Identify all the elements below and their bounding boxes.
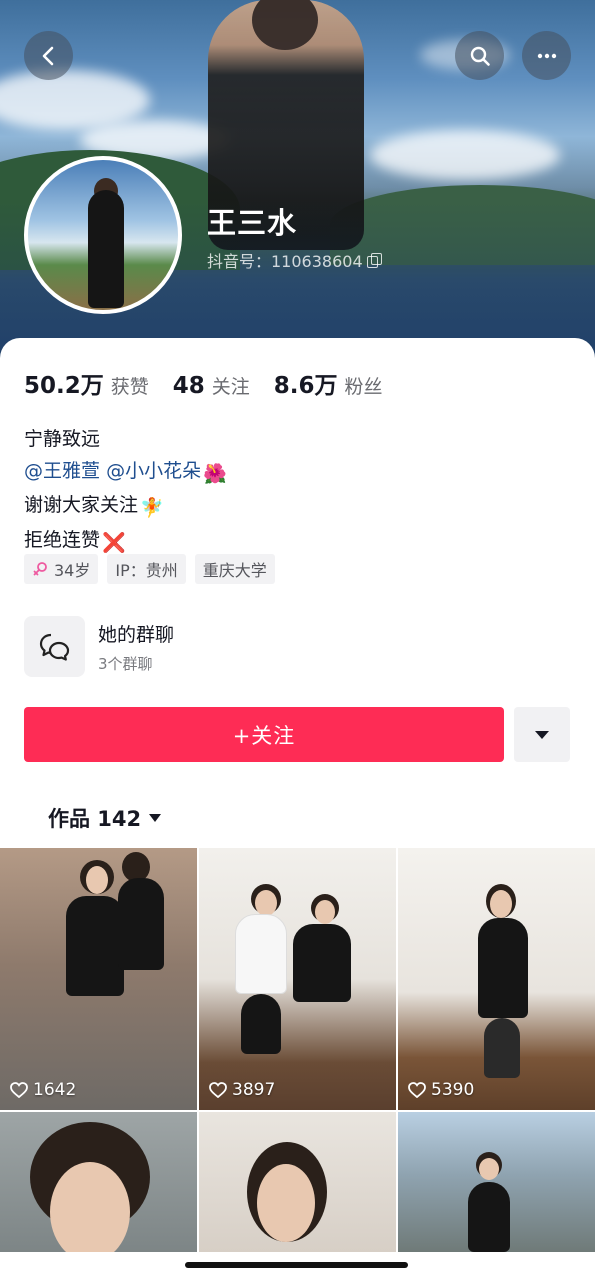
follow-options-button[interactable] [514,707,570,762]
stat-likes[interactable]: 50.2万 获赞 [24,366,149,400]
video-thumbnail[interactable]: 5390 [398,848,595,1110]
age-tag-label: 34岁 [54,561,91,580]
stat-label: 粉丝 [344,376,383,398]
stat-label: 获赞 [110,376,149,398]
more-button[interactable] [522,31,571,80]
follow-button[interactable]: +关注 [24,707,504,762]
ip-tag-label: IP：贵州 [115,561,178,580]
search-icon [470,46,490,66]
heart-icon [408,1082,426,1098]
like-count: 5390 [408,1080,474,1100]
profile-name: 王三水 [207,206,298,240]
search-button[interactable] [455,31,504,80]
caret-down-icon [535,730,549,739]
back-button[interactable] [24,31,73,80]
stat-followers[interactable]: 8.6万 粉丝 [274,366,383,400]
mention-link[interactable]: @小小花朵 [106,460,201,482]
home-indicator[interactable] [185,1262,408,1268]
group-chat-title: 她的群聊 [98,623,175,646]
group-chat-count: 3个群聊 [98,654,153,673]
age-tag: 34岁 [24,554,99,584]
like-count: 3897 [209,1080,275,1100]
bio-text: 谢谢大家关注 [24,494,139,516]
bio-line: 谢谢大家关注 🧚 [24,490,227,525]
copy-icon[interactable] [366,253,382,268]
like-count: 1642 [10,1080,76,1100]
profile-tags: 34岁 IP：贵州 重庆大学 [24,554,275,584]
video-thumbnail[interactable] [199,1112,396,1252]
group-chat-entry[interactable]: 她的群聊 3个群聊 [24,616,174,677]
school-tag[interactable]: 重庆大学 [194,554,275,584]
stat-value: 8.6万 [273,373,338,399]
bio: 宁静致远 @王雅萱 @小小花朵 🌺 谢谢大家关注 🧚 拒绝连赞 ❌ [24,424,227,559]
ip-tag: IP：贵州 [107,554,186,584]
video-thumbnail[interactable]: 3897 [199,848,396,1110]
douyin-id-text: 抖音号：110638604 [207,252,363,271]
group-chat-icon [39,633,69,661]
female-icon [33,562,47,576]
works-tab-label: 作品 142 [48,807,142,831]
group-chat-icon-box [24,616,85,677]
bio-mentions-line: @王雅萱 @小小花朵 🌺 [24,456,227,491]
school-tag-label: 重庆大学 [202,561,267,580]
profile-card: 50.2万 获赞 48 关注 8.6万 粉丝 宁静致远 @王雅萱 @小小花朵 🌺 … [0,338,595,1280]
video-thumbnail[interactable] [398,1112,595,1252]
heart-icon [10,1082,28,1098]
stats-row: 50.2万 获赞 48 关注 8.6万 粉丝 [24,366,407,400]
video-thumbnail[interactable]: 1642 [0,848,197,1110]
like-count-text: 5390 [431,1080,475,1100]
bio-line: 宁静致远 [24,428,101,450]
back-arrow-icon [42,46,53,65]
heart-icon [209,1082,227,1098]
stat-following[interactable]: 48 关注 [173,372,250,399]
tab-works[interactable]: 作品 142 [48,803,162,833]
stat-label: 关注 [211,376,250,398]
avatar[interactable] [24,156,182,314]
caret-down-icon [149,814,162,822]
fairy-emoji: 🧚 [140,497,164,519]
stat-value: 48 [172,373,205,399]
stat-value: 50.2万 [24,373,104,399]
like-count-text: 1642 [33,1080,77,1100]
douyin-id[interactable]: 抖音号：110638604 [207,248,382,272]
hibiscus-emoji: 🌺 [203,462,227,485]
more-dots-icon [537,53,556,58]
video-thumbnail[interactable] [0,1112,197,1252]
like-count-text: 3897 [232,1080,276,1100]
mention-link[interactable]: @王雅萱 [24,460,100,482]
bio-text: 拒绝连赞 [24,528,101,551]
